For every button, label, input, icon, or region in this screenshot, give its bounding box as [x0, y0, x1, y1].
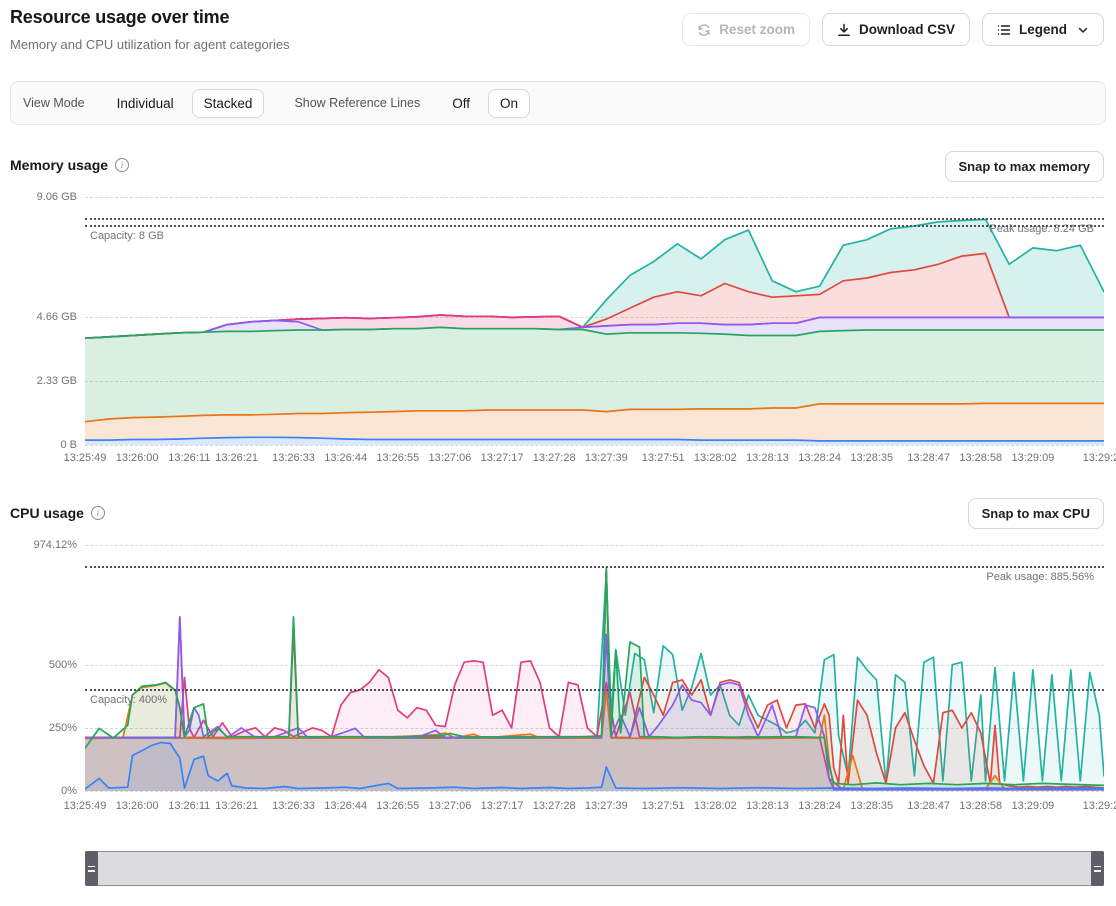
chevron-down-icon — [1077, 24, 1089, 36]
controls-bar: View Mode Individual Stacked Show Refere… — [10, 81, 1106, 125]
page-subtitle: Memory and CPU utilization for agent cat… — [10, 37, 290, 52]
y-tick-label: 9.06 GB — [0, 191, 77, 203]
time-brush[interactable] — [85, 851, 1104, 886]
list-icon — [997, 23, 1011, 37]
cpu-usage-title: CPU usage — [10, 505, 84, 521]
reference-line — [85, 566, 1104, 568]
y-tick-label: 2.33 GB — [0, 375, 77, 387]
legend-button[interactable]: Legend — [982, 13, 1104, 46]
cpu-chart[interactable]: 974.12%500%250%0%13:25:4913:26:0013:26:1… — [0, 538, 1116, 823]
ref-lines-off[interactable]: Off — [440, 89, 482, 118]
reference-line-label: Capacity: 400% — [90, 694, 167, 706]
x-tick-label: 13:29:24 — [1064, 452, 1116, 464]
snap-max-cpu-button[interactable]: Snap to max CPU — [968, 498, 1104, 529]
download-csv-button[interactable]: Download CSV — [822, 13, 970, 46]
y-tick-label: 0 B — [0, 439, 77, 451]
snap-max-memory-button[interactable]: Snap to max memory — [945, 151, 1105, 182]
grid-line — [85, 445, 1104, 446]
resource-usage-dashboard: Resource usage over time Memory and CPU … — [0, 0, 1116, 906]
x-tick-label: 13:29:09 — [993, 800, 1073, 812]
reference-lines-label: Show Reference Lines — [294, 96, 420, 110]
info-icon[interactable]: i — [115, 158, 129, 172]
reference-line — [85, 225, 1104, 227]
reference-line-label: Peak usage: 885.56% — [986, 571, 1094, 583]
download-icon — [837, 23, 851, 37]
header-actions: Reset zoom Download CSV Legend — [682, 13, 1104, 46]
memory-section-header: Memory usage i — [10, 157, 129, 173]
refresh-icon — [697, 23, 711, 37]
y-tick-label: 0% — [0, 785, 77, 797]
info-icon[interactable]: i — [91, 506, 105, 520]
y-tick-label: 250% — [0, 722, 77, 734]
cpu-usage-plot[interactable] — [85, 545, 1104, 791]
y-tick-label: 4.66 GB — [0, 311, 77, 323]
y-tick-label: 974.12% — [0, 539, 77, 551]
view-mode-stacked[interactable]: Stacked — [192, 89, 265, 118]
reference-line-label: Capacity: 8 GB — [90, 230, 164, 242]
brush-handle-right[interactable] — [1091, 851, 1104, 886]
reference-line — [85, 218, 1104, 220]
memory-chart[interactable]: 9.06 GB4.66 GB2.33 GB0 B13:25:4913:26:00… — [0, 190, 1116, 475]
memory-usage-plot[interactable] — [85, 197, 1104, 445]
reset-zoom-button[interactable]: Reset zoom — [682, 13, 810, 46]
x-tick-label: 13:29:24 — [1064, 800, 1116, 812]
reference-line — [85, 689, 1104, 691]
brush-handle-left[interactable] — [85, 851, 98, 886]
view-mode-individual[interactable]: Individual — [105, 89, 186, 118]
y-tick-label: 500% — [0, 659, 77, 671]
ref-lines-on[interactable]: On — [488, 89, 530, 118]
view-mode-label: View Mode — [23, 96, 85, 110]
x-tick-label: 13:29:09 — [993, 452, 1073, 464]
memory-usage-title: Memory usage — [10, 157, 108, 173]
page-title: Resource usage over time — [10, 7, 229, 28]
cpu-section-header: CPU usage i — [10, 505, 105, 521]
grid-line — [85, 791, 1104, 792]
